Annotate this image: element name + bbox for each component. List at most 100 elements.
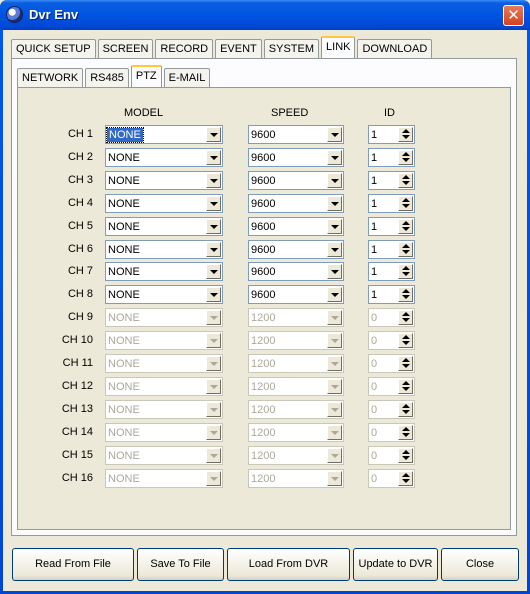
chevron-down-icon[interactable] xyxy=(327,150,342,165)
model-select[interactable]: NONE xyxy=(105,194,223,213)
model-select[interactable]: NONE xyxy=(105,262,223,281)
channel-row: CH 15 NONE 1200 0 xyxy=(3,446,503,466)
tab-e-mail[interactable]: E-MAIL xyxy=(163,68,211,87)
channel-row: CH 5 NONE 9600 1 xyxy=(3,217,503,237)
speed-select: 1200 xyxy=(248,331,344,350)
up-down-arrows-icon[interactable] xyxy=(398,242,413,257)
speed-select[interactable]: 9600 xyxy=(248,240,344,259)
load-from-dvr-button[interactable]: Load From DVR xyxy=(227,548,350,581)
chevron-down-icon[interactable] xyxy=(327,219,342,234)
up-down-arrows-icon xyxy=(398,333,413,348)
speed-select[interactable]: 9600 xyxy=(248,194,344,213)
chevron-down-icon[interactable] xyxy=(206,287,221,302)
channel-label: CH 3 xyxy=(67,174,93,186)
id-value: 1 xyxy=(371,175,378,187)
tab-rs485[interactable]: RS485 xyxy=(85,68,129,87)
id-spinner[interactable]: 1 xyxy=(368,262,415,281)
tab-quick-setup[interactable]: QUICK SETUP xyxy=(11,39,96,58)
speed-select: 1200 xyxy=(248,469,344,488)
title-bar[interactable]: Dvr Env ✕ xyxy=(0,0,530,30)
model-select[interactable]: NONE xyxy=(105,171,223,190)
speed-select[interactable]: 9600 xyxy=(248,125,344,144)
model-select[interactable]: NONE xyxy=(105,125,223,144)
id-spinner[interactable]: 1 xyxy=(368,171,415,190)
model-select[interactable]: NONE xyxy=(105,148,223,167)
tab-network[interactable]: NETWORK xyxy=(17,68,84,87)
id-spinner[interactable]: 1 xyxy=(368,125,415,144)
tab-event[interactable]: EVENT xyxy=(215,39,262,58)
channel-row: CH 7 NONE 9600 1 xyxy=(3,262,503,282)
speed-select[interactable]: 9600 xyxy=(248,217,344,236)
model-select[interactable]: NONE xyxy=(105,285,223,304)
id-spinner[interactable]: 1 xyxy=(368,217,415,236)
speed-select[interactable]: 9600 xyxy=(248,171,344,190)
save-to-file-button[interactable]: Save To File xyxy=(137,548,224,581)
id-spinner[interactable]: 1 xyxy=(368,285,415,304)
id-spinner[interactable]: 1 xyxy=(368,240,415,259)
channel-label: CH 7 xyxy=(67,265,93,277)
channel-label: CH 5 xyxy=(67,220,93,232)
up-down-arrows-icon[interactable] xyxy=(398,219,413,234)
chevron-down-icon[interactable] xyxy=(206,196,221,211)
chevron-down-icon xyxy=(206,333,221,348)
chevron-down-icon[interactable] xyxy=(206,242,221,257)
speed-select[interactable]: 9600 xyxy=(248,262,344,281)
speed-value: 9600 xyxy=(251,129,276,141)
model-value: NONE xyxy=(108,152,140,164)
chevron-down-icon[interactable] xyxy=(327,127,342,142)
tab-system[interactable]: SYSTEM xyxy=(263,39,320,58)
speed-value: 9600 xyxy=(251,221,276,233)
speed-select[interactable]: 9600 xyxy=(248,285,344,304)
tab-record[interactable]: RECORD xyxy=(155,39,214,58)
channel-row: CH 4 NONE 9600 1 xyxy=(3,194,503,214)
model-select[interactable]: NONE xyxy=(105,240,223,259)
chevron-down-icon[interactable] xyxy=(206,264,221,279)
close-button[interactable]: Close xyxy=(441,548,519,581)
chevron-down-icon[interactable] xyxy=(327,287,342,302)
model-select: NONE xyxy=(105,377,223,396)
id-value: 1 xyxy=(371,198,378,210)
up-down-arrows-icon[interactable] xyxy=(398,196,413,211)
model-value: NONE xyxy=(108,221,140,233)
id-spinner[interactable]: 1 xyxy=(368,194,415,213)
chevron-down-icon[interactable] xyxy=(206,127,221,142)
chevron-down-icon[interactable] xyxy=(327,173,342,188)
update-to-dvr-button[interactable]: Update to DVR xyxy=(353,548,438,581)
id-value: 0 xyxy=(371,473,378,485)
tab-screen[interactable]: SCREEN xyxy=(97,39,154,58)
chevron-down-icon[interactable] xyxy=(327,196,342,211)
channel-label: CH 15 xyxy=(61,449,93,461)
channel-label: CH 11 xyxy=(62,357,93,369)
up-down-arrows-icon[interactable] xyxy=(398,173,413,188)
id-spinner: 0 xyxy=(368,469,415,488)
up-down-arrows-icon[interactable] xyxy=(398,150,413,165)
close-window-button[interactable]: ✕ xyxy=(503,5,524,26)
channel-row: CH 10 NONE 1200 0 xyxy=(3,331,503,351)
chevron-down-icon xyxy=(327,425,342,440)
id-value: 1 xyxy=(371,129,378,141)
read-from-file-button[interactable]: Read From File xyxy=(12,548,134,581)
id-value: 0 xyxy=(371,358,378,370)
up-down-arrows-icon[interactable] xyxy=(398,287,413,302)
id-spinner[interactable]: 1 xyxy=(368,148,415,167)
channel-label: CH 8 xyxy=(67,288,93,300)
chevron-down-icon[interactable] xyxy=(327,264,342,279)
speed-select: 1200 xyxy=(248,446,344,465)
up-down-arrows-icon[interactable] xyxy=(398,264,413,279)
chevron-down-icon xyxy=(327,379,342,394)
speed-select[interactable]: 9600 xyxy=(248,148,344,167)
up-down-arrows-icon[interactable] xyxy=(398,127,413,142)
chevron-down-icon xyxy=(327,333,342,348)
model-select[interactable]: NONE xyxy=(105,217,223,236)
chevron-down-icon[interactable] xyxy=(206,219,221,234)
chevron-down-icon[interactable] xyxy=(206,150,221,165)
chevron-down-icon[interactable] xyxy=(206,173,221,188)
tab-download[interactable]: DOWNLOAD xyxy=(357,39,433,58)
tab-link[interactable]: LINK xyxy=(321,36,356,58)
tab-ptz[interactable]: PTZ xyxy=(130,65,162,87)
chevron-down-icon[interactable] xyxy=(327,242,342,257)
chevron-down-icon xyxy=(327,356,342,371)
speed-select: 1200 xyxy=(248,354,344,373)
speed-select: 1200 xyxy=(248,377,344,396)
model-column-header: MODEL xyxy=(124,107,164,119)
